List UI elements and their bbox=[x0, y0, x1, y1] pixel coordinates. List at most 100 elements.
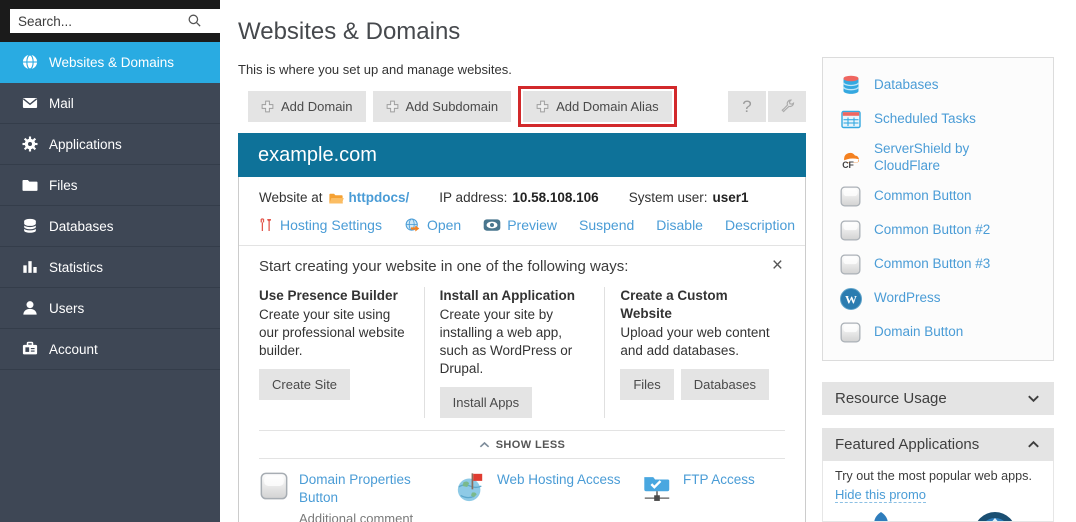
shortcut-label: Common Button #2 bbox=[874, 222, 990, 239]
domain-card-header: example.com bbox=[238, 133, 806, 177]
drupal-app-icon[interactable] bbox=[973, 511, 1017, 522]
sidebar-item-label: Mail bbox=[49, 96, 74, 111]
show-less-toggle[interactable]: SHOW LESS bbox=[239, 431, 805, 458]
sidebar-item-label: Applications bbox=[49, 137, 122, 152]
shortcut-label: Databases bbox=[874, 77, 939, 94]
sidebar-item-applications[interactable]: Applications bbox=[0, 124, 220, 165]
promo-column-title: Create a Custom Website bbox=[620, 287, 770, 323]
shortcut-domain-button[interactable]: Domain Button bbox=[823, 316, 1053, 350]
getting-started-promo: Start creating your website in one of th… bbox=[239, 246, 805, 430]
eye-icon bbox=[483, 218, 501, 232]
search-input[interactable] bbox=[10, 9, 226, 33]
web-hosting-access-link[interactable]: Web Hosting Access bbox=[497, 471, 621, 489]
website-at: Website at httpdocs/ bbox=[259, 190, 409, 205]
description-link[interactable]: Description bbox=[725, 217, 795, 233]
resource-usage-header[interactable]: Resource Usage bbox=[822, 382, 1054, 415]
featured-applications-body: Try out the most popular web apps. Hide … bbox=[822, 461, 1054, 522]
domain-card-body: Website at httpdocs/ IP address: 10.58.1… bbox=[238, 177, 806, 522]
sidebar-item-files[interactable]: Files bbox=[0, 165, 220, 206]
svg-text:CF: CF bbox=[842, 160, 854, 170]
page-subtitle: This is where you set up and manage webs… bbox=[238, 62, 512, 77]
custom-button-3d-icon bbox=[839, 321, 863, 345]
database-icon bbox=[20, 216, 40, 236]
calendar-icon bbox=[839, 107, 863, 131]
ftp-access-link[interactable]: FTP Access bbox=[683, 471, 755, 489]
hosting-settings-link[interactable]: Hosting Settings bbox=[259, 217, 382, 233]
action-label: Preview bbox=[507, 217, 557, 233]
add-domain-button[interactable]: Add Domain bbox=[248, 91, 366, 122]
globe-arrow-icon bbox=[404, 217, 421, 233]
create-site-button[interactable]: Create Site bbox=[259, 369, 350, 400]
files-button[interactable]: Files bbox=[620, 369, 673, 400]
resource-usage-title: Resource Usage bbox=[835, 390, 947, 407]
sidebar-item-label: Databases bbox=[49, 219, 114, 234]
featured-promo-text: Try out the most popular web apps. bbox=[835, 469, 1041, 483]
shortcut-common-button-2[interactable]: Common Button #2 bbox=[823, 214, 1053, 248]
plesk-websites-domains-page: Websites & Domains Mail Applications Fil… bbox=[0, 0, 1076, 522]
tools-button[interactable] bbox=[768, 91, 806, 122]
promo-column-text: Upload your web content and add database… bbox=[620, 324, 770, 360]
disable-link[interactable]: Disable bbox=[656, 217, 703, 233]
chevron-up-icon bbox=[479, 441, 490, 449]
action-label: Suspend bbox=[579, 217, 634, 233]
svg-text:W: W bbox=[845, 292, 857, 306]
add-subdomain-button[interactable]: Add Subdomain bbox=[373, 91, 512, 122]
show-less-label: SHOW LESS bbox=[496, 439, 566, 451]
featured-applications-title: Featured Applications bbox=[835, 436, 979, 453]
custom-button-3d-icon bbox=[839, 219, 863, 243]
globe-icon bbox=[20, 52, 40, 72]
sidebar-item-mail[interactable]: Mail bbox=[0, 83, 220, 124]
shortcut-servershield[interactable]: CF ServerShield by CloudFlare bbox=[823, 136, 1053, 180]
docroot-link[interactable]: httpdocs/ bbox=[349, 190, 410, 205]
action-label: Disable bbox=[656, 217, 703, 233]
shortcut-label: Domain Button bbox=[874, 324, 963, 341]
help-button[interactable]: ? bbox=[728, 91, 766, 122]
hide-promo-link[interactable]: Hide this promo bbox=[835, 487, 926, 503]
sidebar-item-label: Statistics bbox=[49, 260, 103, 275]
website-at-label: Website at bbox=[259, 190, 323, 205]
sidebar-item-account[interactable]: Account bbox=[0, 329, 220, 370]
id-badge-icon bbox=[20, 339, 40, 359]
action-label: Description bbox=[725, 217, 795, 233]
plus-icon bbox=[386, 100, 399, 113]
custom-button-3d-icon bbox=[259, 471, 289, 501]
shortcut-label: WordPress bbox=[874, 290, 941, 307]
joomla-app-icon[interactable] bbox=[859, 511, 903, 522]
domain-info-row: Website at httpdocs/ IP address: 10.58.1… bbox=[239, 177, 805, 209]
domain-name: example.com bbox=[258, 144, 377, 167]
suspend-link[interactable]: Suspend bbox=[579, 217, 634, 233]
promo-column-text: Create your site by installing a web app… bbox=[440, 306, 590, 378]
promo-column-custom-website: Create a Custom Website Upload your web … bbox=[604, 287, 785, 418]
shortcut-databases[interactable]: Databases bbox=[823, 68, 1053, 102]
shortcut-label: Scheduled Tasks bbox=[874, 111, 976, 128]
close-icon[interactable]: × bbox=[770, 258, 785, 274]
domain-properties-link[interactable]: Domain Properties Button bbox=[299, 471, 429, 507]
sidebar-item-websites-domains[interactable]: Websites & Domains bbox=[0, 42, 220, 83]
install-apps-button[interactable]: Install Apps bbox=[440, 387, 533, 418]
databases-button[interactable]: Databases bbox=[681, 369, 769, 400]
sidebar-item-databases[interactable]: Databases bbox=[0, 206, 220, 247]
chevron-down-icon bbox=[1026, 391, 1041, 406]
promo-column-presence-builder: Use Presence Builder Create your site us… bbox=[259, 287, 424, 418]
sidebar-item-statistics[interactable]: Statistics bbox=[0, 247, 220, 288]
cloudflare-icon: CF bbox=[839, 146, 863, 170]
shortcut-common-button-3[interactable]: Common Button #3 bbox=[823, 248, 1053, 282]
shortcut-common-button[interactable]: Common Button bbox=[823, 180, 1053, 214]
tools-red-icon bbox=[259, 217, 274, 233]
bar-chart-icon bbox=[20, 257, 40, 277]
search-bar bbox=[0, 0, 220, 42]
open-site-link[interactable]: Open bbox=[404, 217, 461, 233]
button-label: Files bbox=[633, 377, 660, 392]
preview-link[interactable]: Preview bbox=[483, 217, 557, 233]
domain-card: example.com Website at httpdocs/ IP addr… bbox=[238, 133, 806, 522]
button-label: Databases bbox=[694, 377, 756, 392]
add-domain-alias-button[interactable]: Add Domain Alias bbox=[523, 91, 672, 122]
promo-column-title: Use Presence Builder bbox=[259, 287, 409, 305]
featured-applications-header[interactable]: Featured Applications bbox=[822, 428, 1054, 461]
user-icon bbox=[20, 298, 40, 318]
shortcut-wordpress[interactable]: W WordPress bbox=[823, 282, 1053, 316]
system-user-value: user1 bbox=[712, 190, 748, 205]
shortcut-scheduled-tasks[interactable]: Scheduled Tasks bbox=[823, 102, 1053, 136]
shortcut-label: Common Button #3 bbox=[874, 256, 990, 273]
sidebar-item-users[interactable]: Users bbox=[0, 288, 220, 329]
